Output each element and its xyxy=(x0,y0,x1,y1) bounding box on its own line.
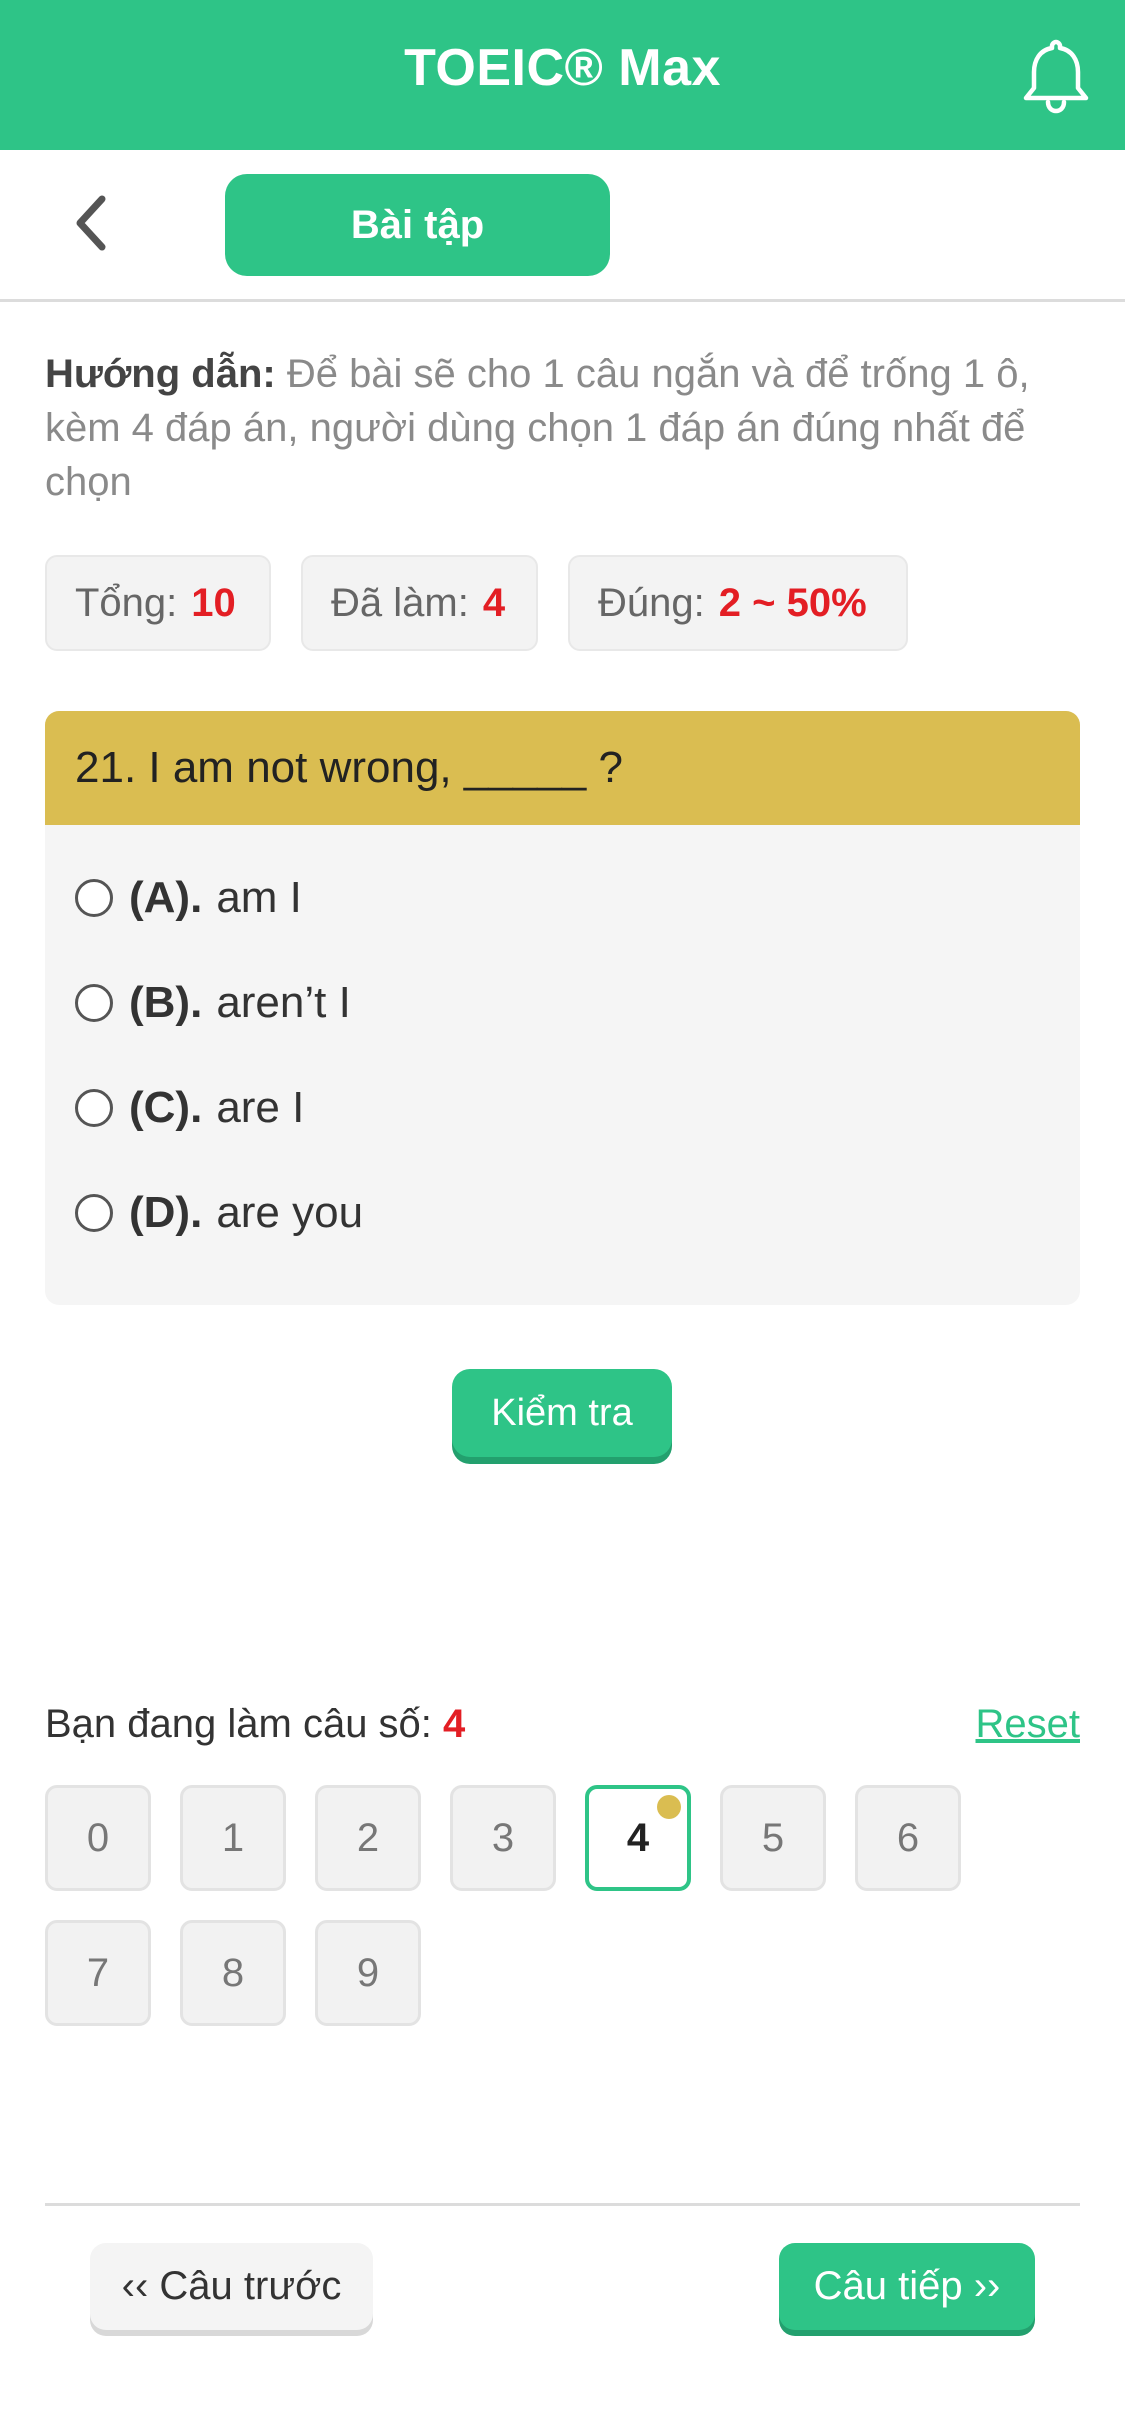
instructions: Hướng dẫn: Để bài sẽ cho 1 câu ngắn và đ… xyxy=(45,347,1085,509)
option-text: are you xyxy=(216,1187,364,1237)
stat-correct-value: 2 ~ 50% xyxy=(718,580,867,625)
instructions-label: Hướng dẫn: xyxy=(45,352,276,396)
option-text: aren’t I xyxy=(216,977,351,1027)
stat-total-value: 10 xyxy=(191,580,236,625)
chevron-left-icon xyxy=(76,195,106,251)
question-number-button[interactable]: 8 xyxy=(180,1920,286,2026)
check-button[interactable]: Kiểm tra xyxy=(452,1369,672,1457)
question-number-button[interactable]: 7 xyxy=(45,1920,151,2026)
stat-total: Tổng: 10 xyxy=(45,555,271,651)
radio-button[interactable] xyxy=(75,1088,113,1127)
question-number-button[interactable]: 0 xyxy=(45,1785,151,1891)
current-question-number: 4 xyxy=(443,1702,466,1746)
option-text: are I xyxy=(216,1082,305,1132)
previous-question-button[interactable]: ‹‹ Câu trước xyxy=(90,2243,373,2330)
app-title: TOEIC® Max xyxy=(404,39,721,97)
question-number-button[interactable]: 1 xyxy=(180,1785,286,1891)
option-b[interactable]: (B). aren’t I xyxy=(45,950,1080,1055)
divider xyxy=(45,2203,1080,2206)
bell-icon[interactable] xyxy=(1021,38,1091,114)
stat-total-label: Tổng: xyxy=(75,580,178,625)
stats-bar: Tổng: 10 Đã làm: 4 Đúng: 2 ~ 50% xyxy=(45,555,938,651)
stat-correct-label: Đúng: xyxy=(598,580,705,625)
radio-button[interactable] xyxy=(75,983,113,1022)
stat-done-value: 4 xyxy=(482,580,506,625)
stat-correct: Đúng: 2 ~ 50% xyxy=(568,555,908,651)
progress-label: Bạn đang làm câu số: 4 xyxy=(45,1702,465,1747)
tab-exercise[interactable]: Bài tập xyxy=(225,174,610,276)
option-c[interactable]: (C). are I xyxy=(45,1055,1080,1160)
answer-options: (A). am I (B). aren’t I (C). are I (D). … xyxy=(45,825,1080,1265)
stat-done-label: Đã làm: xyxy=(331,580,469,625)
progress-text: Bạn đang làm câu số: xyxy=(45,1702,432,1746)
option-key: (D). xyxy=(129,1187,203,1237)
option-d[interactable]: (D). are you xyxy=(45,1160,1080,1265)
question-text: 21. I am not wrong, _____ ? xyxy=(45,711,1080,825)
question-number-button[interactable]: 9 xyxy=(315,1920,421,2026)
current-indicator-dot xyxy=(657,1795,681,1819)
option-key: (A). xyxy=(129,872,203,922)
divider xyxy=(0,299,1125,302)
stat-done: Đã làm: 4 xyxy=(301,555,538,651)
option-key: (B). xyxy=(129,977,203,1027)
app-header: TOEIC® Max xyxy=(0,0,1125,150)
option-a[interactable]: (A). am I xyxy=(45,845,1080,950)
reset-link[interactable]: Reset xyxy=(976,1702,1081,1747)
back-button[interactable] xyxy=(60,188,120,258)
question-number-button-current[interactable]: 4 xyxy=(585,1785,691,1891)
question-number-button[interactable]: 2 xyxy=(315,1785,421,1891)
question-number-button[interactable]: 6 xyxy=(855,1785,961,1891)
question-number-label: 4 xyxy=(626,1815,650,1860)
option-text: am I xyxy=(216,872,302,922)
next-question-button[interactable]: Câu tiếp ›› xyxy=(779,2243,1035,2330)
radio-button[interactable] xyxy=(75,1193,113,1232)
question-card: 21. I am not wrong, _____ ? (A). am I (B… xyxy=(45,711,1080,1305)
question-number-button[interactable]: 3 xyxy=(450,1785,556,1891)
option-key: (C). xyxy=(129,1082,203,1132)
question-number-button[interactable]: 5 xyxy=(720,1785,826,1891)
radio-button[interactable] xyxy=(75,878,113,917)
